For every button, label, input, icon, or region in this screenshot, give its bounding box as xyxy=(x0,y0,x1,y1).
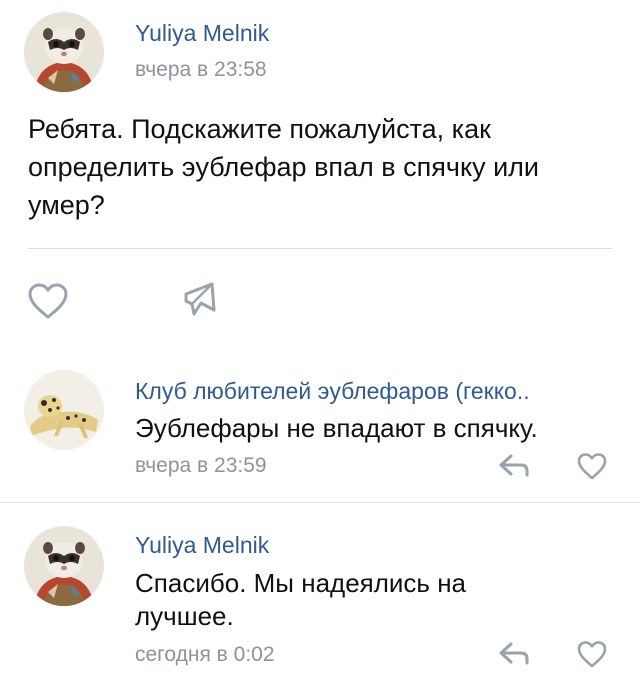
comment-text-line: Спасибо. Мы надеялись на xyxy=(135,568,467,598)
heart-icon[interactable] xyxy=(576,452,608,480)
ferret-avatar-image xyxy=(24,12,104,92)
comment-divider xyxy=(0,502,640,503)
comment-text-line: Эублефары не впадают в спячку. xyxy=(135,413,538,443)
comment-author-avatar[interactable] xyxy=(24,370,104,450)
share-icon[interactable] xyxy=(182,280,220,320)
comment-author-name[interactable]: Yuliya Melnik xyxy=(135,532,269,559)
post-timestamp[interactable]: вчера в 23:58 xyxy=(135,58,267,82)
comment-author-name[interactable]: Клуб любителей эублефаров (гекко.. xyxy=(135,378,530,405)
reply-icon[interactable] xyxy=(497,452,531,480)
post-text-line: определить эублефар впал в спячку или xyxy=(28,152,539,182)
comment-text: Эублефары не впадают в спячку. xyxy=(135,412,538,445)
heart-icon[interactable] xyxy=(576,640,608,668)
reply-icon[interactable] xyxy=(497,640,531,668)
comment-text: Спасибо. Мы надеялись на лучшее. xyxy=(135,567,466,633)
comment-timestamp[interactable]: вчера в 23:59 xyxy=(135,454,267,478)
comment-text-line: лучшее. xyxy=(135,601,234,631)
post-text: Ребята. Подскажите пожалуйста, как опред… xyxy=(28,110,618,224)
post-divider xyxy=(28,248,612,249)
heart-icon[interactable] xyxy=(26,282,70,320)
gecko-avatar-image xyxy=(24,370,104,450)
post-text-line: Ребята. Подскажите пожалуйста, как xyxy=(28,114,491,144)
post-text-line: умер? xyxy=(28,190,105,220)
post-author-name[interactable]: Yuliya Melnik xyxy=(135,20,269,47)
post-author-avatar[interactable] xyxy=(24,12,104,92)
comment-timestamp[interactable]: сегодня в 0:02 xyxy=(135,643,275,667)
ferret-avatar-image xyxy=(24,526,104,606)
comment-author-avatar[interactable] xyxy=(24,526,104,606)
